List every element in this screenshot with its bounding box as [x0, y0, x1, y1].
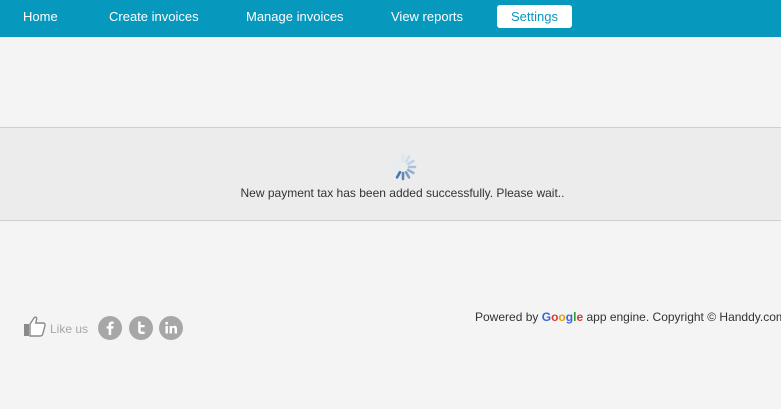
status-notice-panel: New payment tax has been added successfu… — [0, 127, 781, 221]
company-name: Handdy.com — [719, 310, 781, 324]
google-logo: Google — [541, 310, 584, 324]
nav-item-create-invoices[interactable]: Create invoices — [109, 0, 199, 34]
powered-by-label: Powered by — [475, 310, 539, 324]
status-message: New payment tax has been added successfu… — [240, 186, 565, 200]
twitter-icon[interactable] — [129, 316, 153, 340]
facebook-icon[interactable] — [98, 316, 122, 340]
top-nav-bar: Home Create invoices Manage invoices Vie… — [0, 0, 781, 37]
linkedin-icon[interactable] — [159, 316, 183, 340]
powered-by-line: Powered by Google app engine. Copyright … — [475, 310, 781, 324]
like-us-label: Like us — [50, 322, 89, 336]
loading-spinner-icon — [389, 153, 417, 181]
nav-item-settings[interactable]: Settings — [497, 5, 572, 28]
nav-item-home[interactable]: Home — [23, 0, 58, 34]
copyright-symbol: © — [707, 310, 717, 324]
nav-item-view-reports[interactable]: View reports — [391, 0, 463, 34]
nav-item-manage-invoices[interactable]: Manage invoices — [246, 0, 344, 34]
app-engine-copyright-label: app engine. Copyright — [586, 310, 704, 324]
thumbs-up-icon — [24, 316, 46, 337]
